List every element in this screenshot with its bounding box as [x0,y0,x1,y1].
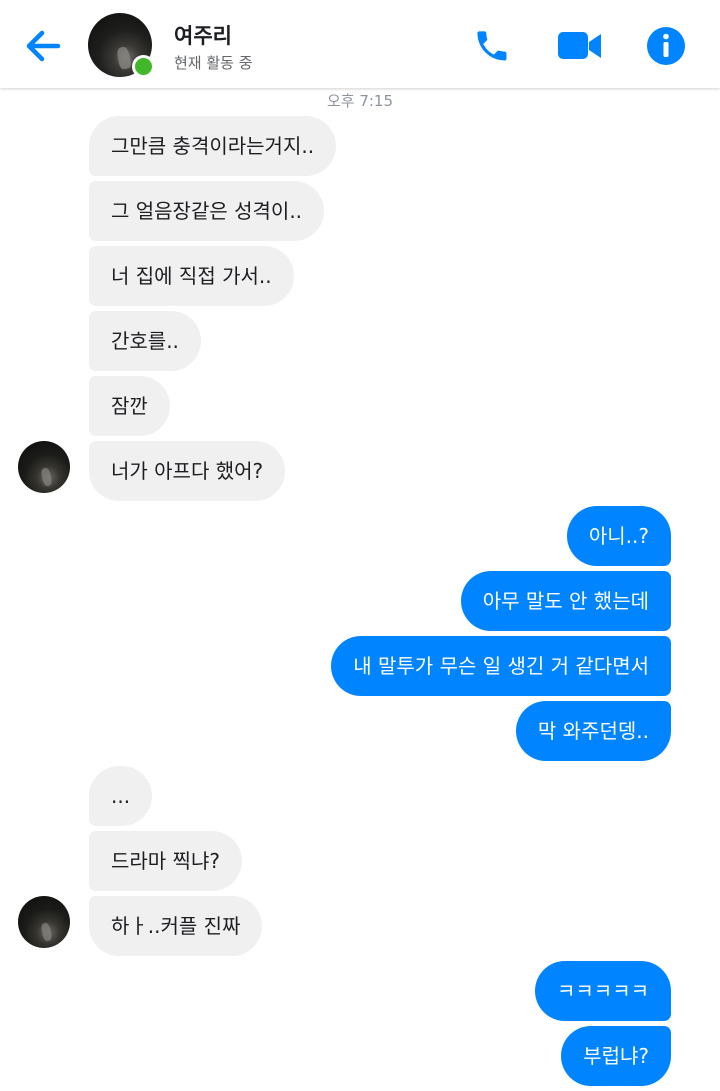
message-bubble-outgoing[interactable]: 막 와주던뎅.. [515,701,671,761]
back-button[interactable] [22,24,66,68]
message-timestamp: 오후 7:15 [326,92,394,110]
contact-avatar[interactable] [88,13,155,79]
contact-avatar-small[interactable] [18,896,70,948]
message-bubble-incoming[interactable]: 너 집에 직접 가서.. [89,246,294,306]
message-bubble-outgoing[interactable]: 부럽냐? [561,1026,671,1086]
video-call-button[interactable] [556,24,601,68]
message-bubble-outgoing[interactable]: 아니..? [566,506,671,566]
video-camera-icon [558,32,601,59]
message-bubble-incoming[interactable]: 그만큼 충격이라는거지.. [89,116,337,176]
info-button[interactable] [644,24,688,68]
message-bubble-incoming[interactable]: 간호를.. [89,311,201,371]
message-bubble-outgoing[interactable]: 아무 말도 안 했는데 [460,571,671,631]
info-icon [647,27,685,65]
message-bubble-incoming[interactable]: 드라마 찍냐? [89,831,242,891]
active-status: 현재 활동 중 [174,54,253,72]
message-bubble-incoming[interactable]: ... [89,766,153,826]
contact-avatar-small[interactable] [18,441,70,493]
contact-name[interactable]: 여주리 [174,20,232,50]
chat-header: 여주리 현재 활동 중 [0,0,720,88]
back-arrow-icon [26,30,61,62]
voice-call-button[interactable] [470,24,514,68]
message-bubble-incoming[interactable]: 하ㅏ..커플 진짜 [89,896,263,956]
phone-icon [477,31,507,61]
message-bubble-incoming[interactable]: 그 얼음장같은 성격이.. [89,181,325,241]
online-indicator [132,55,155,78]
message-bubble-incoming[interactable]: 잠깐 [89,376,170,436]
message-bubble-incoming[interactable]: 너가 아프다 했어? [89,441,286,501]
message-bubble-outgoing[interactable]: ㅋㅋㅋㅋㅋ [535,961,671,1021]
message-bubble-outgoing[interactable]: 내 말투가 무슨 일 생긴 거 같다면서 [331,636,671,696]
